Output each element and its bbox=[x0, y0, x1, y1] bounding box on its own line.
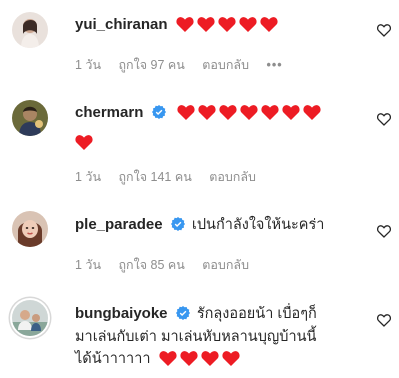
comment-likes-count[interactable]: ถูกใจ 97 คน bbox=[118, 58, 184, 72]
avatar[interactable] bbox=[12, 211, 48, 247]
avatar[interactable] bbox=[12, 100, 48, 136]
like-heart-icon[interactable] bbox=[377, 314, 391, 327]
like-heart-icon[interactable] bbox=[377, 24, 391, 37]
heart-emoji-group bbox=[176, 16, 281, 41]
heart-emoji-icon bbox=[282, 104, 300, 121]
heart-emoji-icon bbox=[239, 16, 257, 33]
comment-time: 1 วัน bbox=[75, 58, 101, 72]
reply-button[interactable]: ตอบกลับ bbox=[209, 170, 256, 184]
heart-emoji-icon bbox=[240, 104, 258, 121]
comment-likes-count[interactable]: ถูกใจ 141 คน bbox=[118, 170, 191, 184]
username-link[interactable]: bungbaiyoke bbox=[75, 305, 168, 322]
like-heart-icon[interactable] bbox=[377, 225, 391, 238]
heart-emoji-icon bbox=[197, 16, 215, 33]
heart-emoji-icon bbox=[176, 16, 194, 33]
like-heart-icon[interactable] bbox=[377, 113, 391, 126]
comment-text-line: ได้น้าาาาาา bbox=[75, 348, 360, 374]
heart-emoji-icon bbox=[260, 16, 278, 33]
heart-emoji-icon bbox=[179, 350, 198, 367]
comment-meta: 1 วัน ถูกใจ 97 คน ตอบกลับ ••• bbox=[75, 55, 297, 75]
comment-text: ได้น้าาาาาา bbox=[75, 351, 151, 367]
heart-emoji-icon bbox=[261, 104, 279, 121]
heart-emoji-icon bbox=[158, 350, 177, 367]
verified-badge-icon bbox=[151, 105, 166, 119]
comment-text: เปนกำลังใจให้นะคร่า bbox=[191, 217, 325, 233]
more-options-button[interactable]: ••• bbox=[267, 58, 283, 72]
heart-emoji-icon bbox=[198, 104, 216, 121]
reply-button[interactable]: ตอบกลับ bbox=[202, 258, 249, 272]
comment-meta: 1 วัน ถูกใจ 141 คน ตอบกลับ bbox=[75, 167, 270, 187]
heart-emoji-icon bbox=[221, 350, 240, 367]
heart-emoji-icon bbox=[200, 350, 219, 367]
heart-emoji-group bbox=[158, 350, 243, 374]
verified-badge-icon bbox=[175, 306, 190, 320]
heart-emoji-icon bbox=[75, 134, 93, 151]
reply-button[interactable]: ตอบกลับ bbox=[202, 58, 249, 72]
heart-emoji-icon bbox=[219, 104, 237, 121]
avatar[interactable] bbox=[12, 12, 48, 48]
comment-time: 1 วัน bbox=[75, 258, 101, 272]
comment-meta: 1 วัน ถูกใจ 85 คน ตอบกลับ bbox=[75, 255, 263, 275]
comment-time: 1 วัน bbox=[75, 170, 101, 184]
heart-emoji-group bbox=[177, 104, 324, 129]
verified-badge-icon bbox=[170, 217, 185, 231]
comment-text: มาเล่นกับเต่า มาเล่นหับหลานบุญบ้านนี้ bbox=[75, 329, 317, 345]
comment-text: รักลุงออยน้า เบื่อๆก็ bbox=[196, 306, 317, 322]
username-link[interactable]: chermarn bbox=[75, 104, 143, 121]
heart-emoji-icon bbox=[177, 104, 195, 121]
comment-likes-count[interactable]: ถูกใจ 85 คน bbox=[118, 258, 184, 272]
heart-emoji-icon bbox=[218, 16, 236, 33]
username-link[interactable]: yui_chiranan bbox=[75, 16, 168, 33]
username-link[interactable]: ple_paradee bbox=[75, 216, 163, 233]
avatar[interactable] bbox=[12, 300, 48, 336]
heart-emoji-icon bbox=[303, 104, 321, 121]
